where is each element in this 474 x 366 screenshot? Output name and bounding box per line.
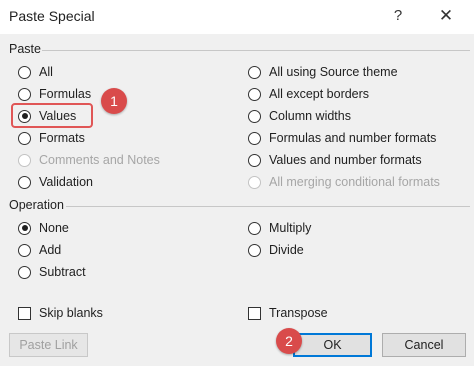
radio-label: All xyxy=(39,65,53,79)
radio-circle[interactable] xyxy=(18,243,31,257)
radio-values-number-formats[interactable]: Values and number formats xyxy=(248,150,422,170)
radio-circle[interactable] xyxy=(248,243,261,257)
radio-all-except-borders[interactable]: All except borders xyxy=(248,84,369,104)
title-bar: Paste Special ? ✕ xyxy=(0,0,474,34)
radio-label: Multiply xyxy=(269,221,312,235)
checkbox-label: Skip blanks xyxy=(39,306,103,320)
radio-label: Formats xyxy=(39,131,85,145)
radio-label: Values and number formats xyxy=(269,153,422,167)
radio-label: Validation xyxy=(39,175,93,189)
paste-special-dialog: Paste Special ? ✕ Paste All Formulas Val… xyxy=(0,0,474,366)
ok-button[interactable]: OK xyxy=(293,333,372,357)
radio-circle[interactable] xyxy=(248,65,261,79)
radio-paste-formulas[interactable]: Formulas xyxy=(18,84,91,104)
checkbox-box[interactable] xyxy=(248,306,261,320)
radio-operation-multiply[interactable]: Multiply xyxy=(248,218,311,238)
cancel-button[interactable]: Cancel xyxy=(382,333,466,357)
paste-link-button: Paste Link xyxy=(9,333,88,357)
skip-blanks-checkbox[interactable]: Skip blanks xyxy=(18,303,103,323)
radio-label: None xyxy=(39,221,69,235)
radio-operation-subtract[interactable]: Subtract xyxy=(18,262,86,282)
paste-group-label: Paste xyxy=(9,42,41,56)
radio-circle-selected[interactable] xyxy=(18,221,31,235)
radio-label: Add xyxy=(39,243,62,257)
radio-label: All except borders xyxy=(269,87,370,101)
radio-circle xyxy=(18,153,31,167)
radio-label: All using Source theme xyxy=(269,65,398,79)
close-button[interactable]: ✕ xyxy=(432,4,460,28)
radio-label: All merging conditional formats xyxy=(269,175,440,189)
values-highlight-box xyxy=(11,103,93,128)
help-button[interactable]: ? xyxy=(386,4,410,28)
radio-circle[interactable] xyxy=(248,109,261,123)
radio-column-widths[interactable]: Column widths xyxy=(248,106,351,126)
radio-circle[interactable] xyxy=(248,221,261,235)
transpose-checkbox[interactable]: Transpose xyxy=(248,303,328,323)
paste-group-separator xyxy=(42,50,470,51)
radio-paste-validation[interactable]: Validation xyxy=(18,172,93,192)
operation-group-label: Operation xyxy=(9,198,64,212)
dialog-title: Paste Special xyxy=(9,8,95,24)
radio-circle[interactable] xyxy=(18,131,31,145)
operation-group-separator xyxy=(66,206,470,207)
step-1-badge: 1 xyxy=(101,88,127,114)
radio-operation-divide[interactable]: Divide xyxy=(248,240,304,260)
radio-circle xyxy=(248,175,261,189)
radio-label: Comments and Notes xyxy=(39,153,160,167)
radio-circle[interactable] xyxy=(18,175,31,189)
radio-formulas-number-formats[interactable]: Formulas and number formats xyxy=(248,128,436,148)
step-2-badge: 2 xyxy=(276,328,302,354)
checkbox-label: Transpose xyxy=(269,306,328,320)
checkbox-box[interactable] xyxy=(18,306,31,320)
radio-circle[interactable] xyxy=(248,153,261,167)
radio-label: Formulas xyxy=(39,87,92,101)
radio-label: Subtract xyxy=(39,265,86,279)
radio-label: Column widths xyxy=(269,109,351,123)
radio-label: Divide xyxy=(269,243,304,257)
radio-operation-add[interactable]: Add xyxy=(18,240,61,260)
radio-circle[interactable] xyxy=(248,87,261,101)
radio-paste-formats[interactable]: Formats xyxy=(18,128,85,148)
radio-operation-none[interactable]: None xyxy=(18,218,69,238)
radio-paste-all[interactable]: All xyxy=(18,62,53,82)
radio-all-using-source-theme[interactable]: All using Source theme xyxy=(248,62,398,82)
radio-circle[interactable] xyxy=(18,87,31,101)
radio-circle[interactable] xyxy=(18,65,31,79)
radio-all-merging-conditional-formats: All merging conditional formats xyxy=(248,172,440,192)
radio-paste-comments-notes: Comments and Notes xyxy=(18,150,160,170)
radio-circle[interactable] xyxy=(18,265,31,279)
radio-circle[interactable] xyxy=(248,131,261,145)
radio-label: Formulas and number formats xyxy=(269,131,437,145)
